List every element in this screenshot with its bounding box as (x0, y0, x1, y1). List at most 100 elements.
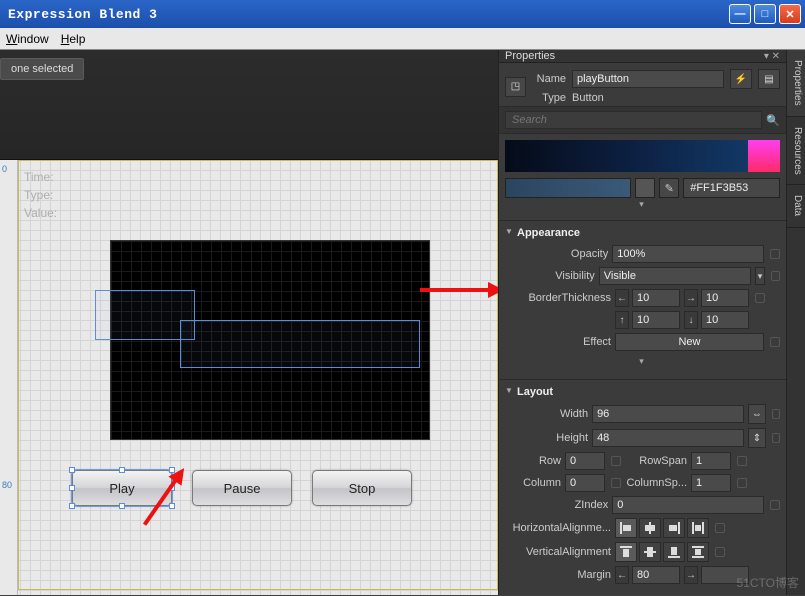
opacity-input[interactable] (612, 245, 764, 263)
prop-marker[interactable] (772, 409, 780, 419)
ruler-mark: 0 (2, 164, 7, 174)
label-value: Value: (24, 204, 57, 222)
maximize-button[interactable]: □ (754, 4, 776, 24)
label-time: Time: (24, 168, 57, 186)
properties-panel: Properties ▾ ✕ ◳ Name ⚡ ▤ Type Button 🔍 (498, 50, 786, 595)
valign-group (615, 542, 709, 562)
view-props-icon[interactable]: ▤ (758, 69, 780, 89)
auto-icon[interactable]: ⇕ (748, 428, 766, 448)
menu-window[interactable]: Window (6, 32, 49, 46)
colspan-label: ColumnSp... (625, 477, 687, 489)
prop-marker[interactable] (770, 500, 780, 510)
view-events-icon[interactable]: ⚡ (730, 69, 752, 89)
bt-right-input[interactable] (701, 289, 749, 307)
menu-help[interactable]: Help (61, 32, 86, 46)
arrow-right-icon: → (684, 289, 698, 307)
expand-icon[interactable]: ▾ (505, 198, 780, 214)
canvas-button-label: Pause (224, 481, 261, 496)
canvas-button-label: Stop (349, 481, 376, 496)
prop-marker[interactable] (737, 478, 747, 488)
margin-left-input[interactable] (632, 566, 680, 584)
valign-stretch-button[interactable] (687, 542, 709, 562)
close-button[interactable]: ✕ (779, 4, 801, 24)
section-appearance: Appearance Opacity Visibility ▾ BorderTh… (499, 220, 786, 379)
label-type: Type: (24, 186, 57, 204)
brush-editor: ✎ #FF1F3B53 ▾ (499, 134, 786, 220)
row-label: Row (505, 455, 561, 467)
window-title: Expression Blend 3 (4, 7, 157, 22)
valign-top-button[interactable] (615, 542, 637, 562)
width-input[interactable] (592, 405, 744, 423)
design-surface[interactable]: 0 80 Time: Type: Value: Play Pause (0, 160, 498, 595)
auto-icon[interactable]: ⇔ (748, 404, 766, 424)
main-area: one selected 0 80 Time: Type: Value: Pla… (0, 50, 805, 595)
colspan-input[interactable] (691, 474, 731, 492)
window-titlebar: Expression Blend 3 — □ ✕ (0, 0, 805, 28)
visibility-select[interactable] (599, 267, 751, 285)
valign-bottom-button[interactable] (663, 542, 685, 562)
prop-marker[interactable] (771, 271, 780, 281)
effect-new-button[interactable]: New (615, 333, 764, 351)
prop-marker[interactable] (772, 433, 780, 443)
valign-center-button[interactable] (639, 542, 661, 562)
prop-marker[interactable] (611, 478, 621, 488)
canvas-pause-button[interactable]: Pause (192, 470, 292, 506)
type-label: Type (532, 92, 566, 104)
canvas-button-label: Play (109, 481, 134, 496)
zindex-label: ZIndex (505, 499, 608, 511)
eyedropper-icon[interactable]: ✎ (659, 178, 679, 198)
hex-input[interactable]: #FF1F3B53 (683, 178, 780, 198)
prop-marker[interactable] (611, 456, 621, 466)
prop-marker[interactable] (770, 249, 780, 259)
swatch-btn[interactable] (635, 178, 655, 198)
section-title[interactable]: Appearance (505, 225, 780, 245)
width-label: Width (505, 408, 588, 420)
canvas-stop-button[interactable]: Stop (312, 470, 412, 506)
prop-marker[interactable] (715, 523, 725, 533)
menu-bar: Window Help (0, 28, 805, 50)
panel-header: Properties ▾ ✕ (499, 50, 786, 63)
minimize-button[interactable]: — (729, 4, 751, 24)
prop-marker[interactable] (737, 456, 747, 466)
type-value: Button (572, 92, 604, 104)
panel-title: Properties (505, 50, 555, 62)
search-row: 🔍 (499, 106, 786, 134)
gradient-preview[interactable] (505, 140, 780, 172)
zindex-input[interactable] (612, 496, 764, 514)
column-input[interactable] (565, 474, 605, 492)
canvas-play-button[interactable]: Play (72, 470, 172, 506)
arrow-right-icon: → (684, 566, 698, 584)
prop-marker[interactable] (770, 337, 780, 347)
halign-center-button[interactable] (639, 518, 661, 538)
rowspan-input[interactable] (691, 452, 731, 470)
bt-bottom-input[interactable] (701, 311, 749, 329)
halign-label: HorizontalAlignme... (505, 522, 611, 534)
arrow-up-icon: ↑ (615, 311, 629, 329)
search-input[interactable] (505, 111, 762, 129)
panel-options-icon[interactable]: ▾ ✕ (764, 51, 780, 62)
prop-marker[interactable] (715, 547, 725, 557)
tab-data[interactable]: Data (787, 185, 805, 227)
ruler-mark: 80 (2, 480, 12, 490)
watermark: 51CTO博客 (737, 574, 799, 591)
name-label: Name (532, 73, 566, 85)
height-label: Height (505, 432, 588, 444)
current-swatch[interactable] (505, 178, 631, 198)
name-input[interactable] (572, 70, 724, 88)
expand-icon[interactable]: ▾ (505, 355, 780, 371)
halign-left-button[interactable] (615, 518, 637, 538)
prop-marker[interactable] (755, 293, 765, 303)
keyframe-labels: Time: Type: Value: (24, 168, 57, 222)
halign-right-button[interactable] (663, 518, 685, 538)
chevron-down-icon[interactable]: ▾ (755, 267, 765, 285)
tab-resources[interactable]: Resources (787, 117, 805, 186)
tab-properties[interactable]: Properties (787, 50, 805, 117)
height-input[interactable] (592, 429, 744, 447)
halign-stretch-button[interactable] (687, 518, 709, 538)
row-input[interactable] (565, 452, 605, 470)
search-icon[interactable]: 🔍 (766, 114, 780, 127)
section-title[interactable]: Layout (505, 384, 780, 404)
selection-chip: one selected (0, 58, 84, 80)
bt-top-input[interactable] (632, 311, 680, 329)
bt-left-input[interactable] (632, 289, 680, 307)
